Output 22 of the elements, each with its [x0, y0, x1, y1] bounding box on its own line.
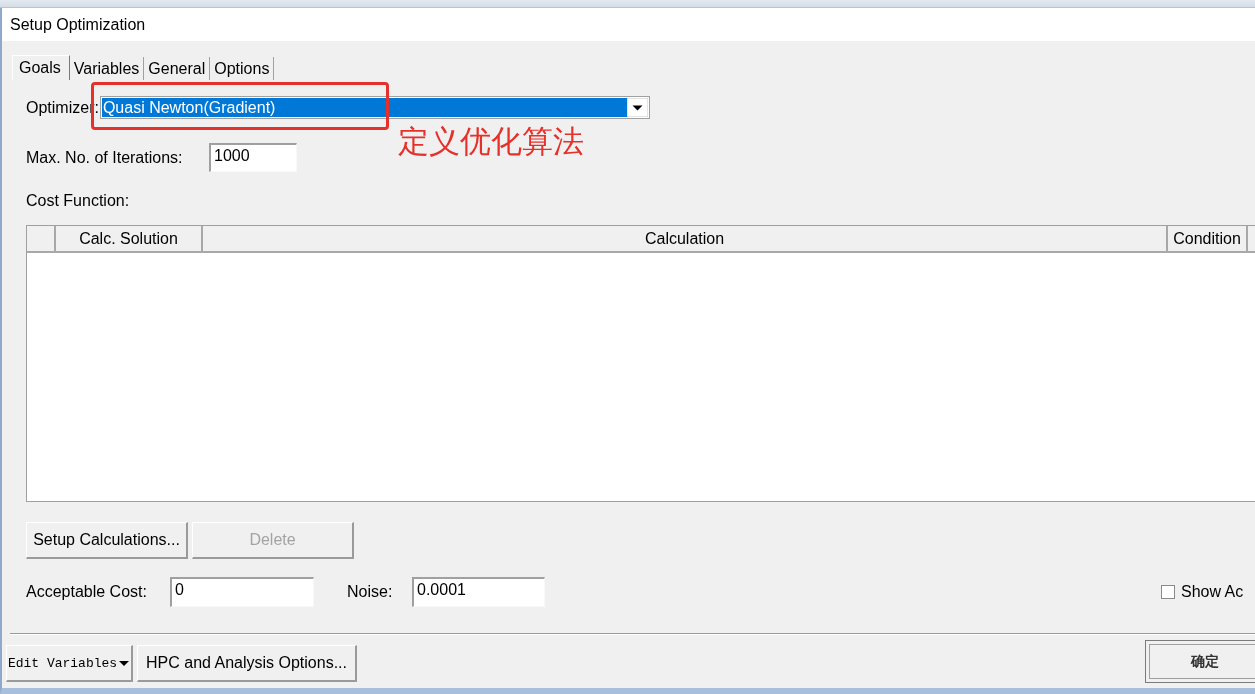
column-header[interactable]: Calc. Solution: [56, 226, 203, 251]
acceptable-cost-label: Acceptable Cost:: [26, 583, 148, 601]
noise-label: Noise:: [347, 583, 394, 601]
options-button[interactable]: HPC and Analysis Options...: [137, 645, 357, 682]
caret-icon: [118, 658, 131, 668]
iterations-label: Max. No. of Iterations:: [26, 148, 184, 167]
annotation-text: 定义优化算法: [398, 124, 584, 160]
column-header[interactable]: Calculation: [203, 226, 1168, 251]
acceptable-cost-field[interactable]: 0: [170, 577, 314, 607]
window-title: Setup Optimization: [10, 15, 146, 34]
setup-calculations-button[interactable]: Setup Calculations...: [26, 522, 188, 559]
cost-function-label: Cost Function:: [26, 192, 130, 210]
noise-field[interactable]: 0.0001: [412, 577, 545, 607]
caret-icon[interactable]: [626, 98, 648, 117]
tab[interactable]: Goals: [12, 55, 70, 80]
checkbox-icon[interactable]: [1161, 585, 1175, 599]
iterations-field[interactable]: 1000: [209, 143, 297, 172]
show-checkbox[interactable]: Show Ac: [1161, 583, 1244, 601]
optimizer-dropdown[interactable]: Quasi Newton(Gradient): [99, 96, 650, 119]
edit-variables-button[interactable]: Edit Variables: [6, 645, 133, 682]
column-header[interactable]: Condition: [1168, 226, 1248, 251]
ok-button[interactable]: 确定: [1145, 640, 1255, 683]
